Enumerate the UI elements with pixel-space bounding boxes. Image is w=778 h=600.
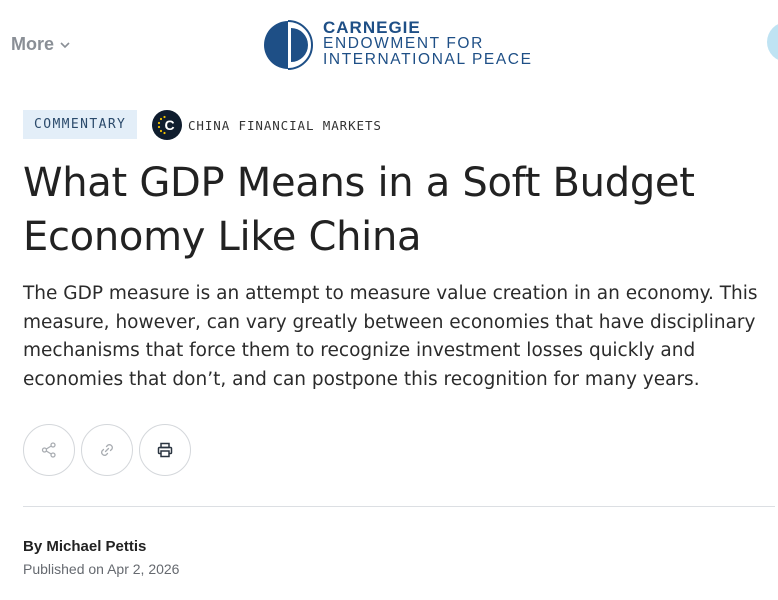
program-label: CHINA FINANCIAL MARKETS (188, 117, 382, 133)
article-dek: The GDP measure is an attempt to measure… (23, 283, 758, 390)
logo-mark-icon (264, 20, 313, 70)
logo-line-2: ENDOWMENT FOR (323, 35, 484, 52)
publish-date: Published on Apr 2, 2026 (23, 561, 179, 577)
program-link[interactable]: C CHINA FINANCIAL MARKETS (152, 110, 382, 140)
share-button[interactable] (23, 424, 75, 476)
chevron-down-icon (60, 41, 70, 48)
print-icon (157, 442, 173, 458)
print-button[interactable] (139, 424, 191, 476)
program-badge-icon: C (152, 110, 182, 140)
copy-link-button[interactable] (81, 424, 133, 476)
link-icon (101, 444, 113, 456)
published-prefix: Published on (23, 561, 108, 577)
author-link[interactable]: Michael Pettis (46, 538, 146, 555)
carnegie-logo[interactable]: CARNEGIE ENDOWMENT FOR INTERNATIONAL PEA… (263, 18, 533, 70)
byline-prefix: By (23, 538, 47, 555)
byline: By Michael Pettis (23, 538, 146, 555)
content-type-label: COMMENTARY (34, 117, 127, 132)
article-title: What GDP Means in a Soft Budget Economy … (23, 160, 695, 260)
content-type-tag[interactable]: COMMENTARY (23, 110, 138, 139)
share-icon (41, 442, 56, 458)
logo-line-3: INTERNATIONAL PEACE (323, 51, 533, 68)
share-actions (23, 424, 191, 476)
logo-line-1: CARNEGIE (323, 18, 421, 37)
published-date: Apr 2, 2026 (107, 561, 180, 577)
more-label: More (11, 34, 55, 54)
more-menu-button[interactable]: More (11, 34, 71, 55)
account-button[interactable] (767, 22, 778, 62)
divider (23, 506, 775, 507)
program-badge-letter: C (164, 117, 175, 133)
